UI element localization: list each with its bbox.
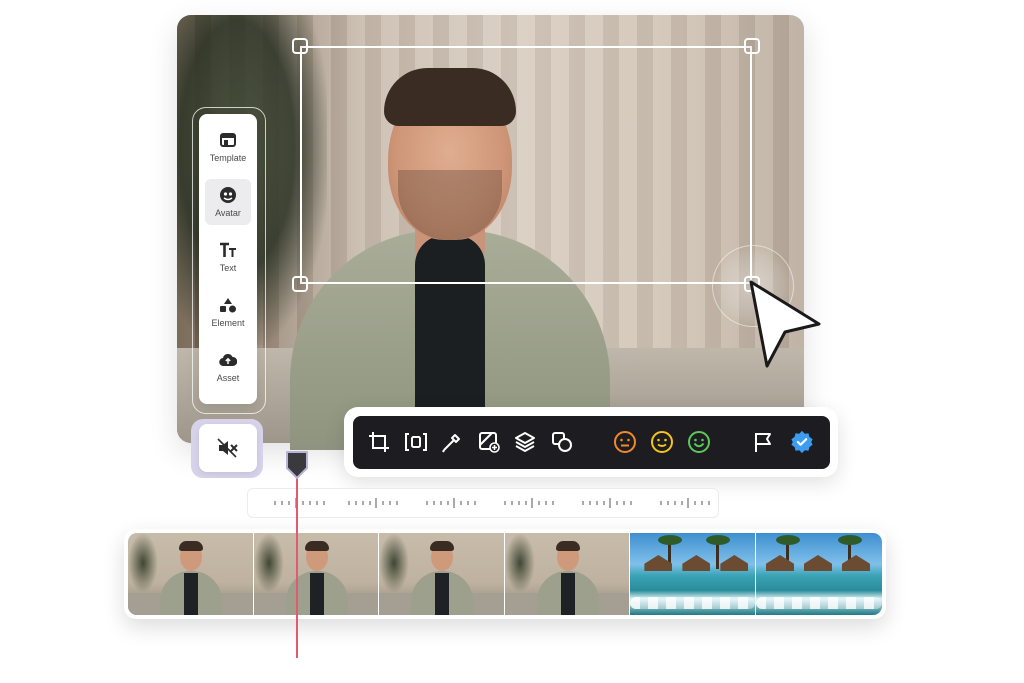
resize-handle-bottom-left[interactable] <box>292 276 308 292</box>
clip-hair <box>179 541 203 551</box>
timeline-filmstrip[interactable] <box>128 533 882 615</box>
tool-template-label: Template <box>209 153 247 163</box>
clip-hut <box>720 555 749 571</box>
clip-waves <box>755 597 882 609</box>
flag-icon[interactable] <box>751 430 775 454</box>
clip-plant <box>253 533 284 593</box>
tool-avatar[interactable]: Avatar <box>205 179 251 225</box>
clip-hut <box>803 555 832 571</box>
image-add-icon[interactable] <box>477 430 501 454</box>
clip-hair <box>430 541 455 551</box>
clip-plant <box>379 533 410 593</box>
tool-asset[interactable]: Asset <box>205 344 251 390</box>
ruler-ticks <box>274 498 710 508</box>
clip-hut <box>765 555 794 571</box>
template-icon <box>219 131 237 149</box>
resize-handle-top-left[interactable] <box>292 38 308 54</box>
tool-panel: Template Avatar Text Element Asset <box>199 114 257 404</box>
timeline-clip-avatar-2[interactable] <box>253 533 380 615</box>
verified-badge-icon[interactable] <box>790 430 814 454</box>
playhead-line <box>296 478 298 658</box>
shapes-icon[interactable] <box>550 430 574 454</box>
tool-element-label: Element <box>211 318 245 328</box>
clip-palm <box>706 535 731 569</box>
timeline-clip-avatar-1[interactable] <box>128 533 254 615</box>
clip-tee <box>309 573 324 615</box>
selection-frame[interactable] <box>300 46 752 284</box>
pointer-cursor-icon <box>749 280 821 368</box>
tool-element[interactable]: Element <box>205 289 251 335</box>
tool-text-label: Text <box>219 263 237 273</box>
clip-hair <box>304 541 329 551</box>
cloud-upload-icon <box>219 351 237 369</box>
timeline-clip-avatar-3[interactable] <box>379 533 505 615</box>
tool-avatar-label: Avatar <box>215 208 241 218</box>
mute-button[interactable] <box>199 424 257 472</box>
clip-tee <box>435 573 450 615</box>
edit-toolbar <box>353 416 830 469</box>
neutral-face-icon[interactable] <box>613 430 637 454</box>
resize-handle-top-right[interactable] <box>744 38 760 54</box>
clip-plant <box>128 533 158 593</box>
timeline-ruler[interactable] <box>247 488 719 518</box>
avatar-icon <box>219 186 237 204</box>
timeline-clip-beach-2[interactable] <box>755 533 882 615</box>
tool-text[interactable]: Text <box>205 234 251 280</box>
clip-plant <box>504 533 535 593</box>
speaker-muted-icon <box>217 438 238 458</box>
text-icon <box>219 241 237 259</box>
clip-tee <box>184 573 198 615</box>
tool-template[interactable]: Template <box>205 124 251 170</box>
smile-face-icon[interactable] <box>650 430 674 454</box>
clip-hair <box>555 541 580 551</box>
playhead-marker-icon[interactable] <box>285 450 309 480</box>
aspect-ratio-icon[interactable] <box>404 430 428 454</box>
happy-face-icon[interactable] <box>687 430 711 454</box>
clip-hut <box>682 555 711 571</box>
tool-asset-label: Asset <box>216 373 240 383</box>
crop-icon[interactable] <box>367 430 391 454</box>
shapes-icon <box>219 296 237 314</box>
clip-waves <box>630 597 755 609</box>
clip-hut <box>841 555 870 571</box>
eyedropper-icon[interactable] <box>440 430 464 454</box>
layers-icon[interactable] <box>513 430 537 454</box>
clip-tee <box>560 573 575 615</box>
timeline-clip-avatar-4[interactable] <box>504 533 631 615</box>
timeline-clip-beach-1[interactable] <box>630 533 756 615</box>
